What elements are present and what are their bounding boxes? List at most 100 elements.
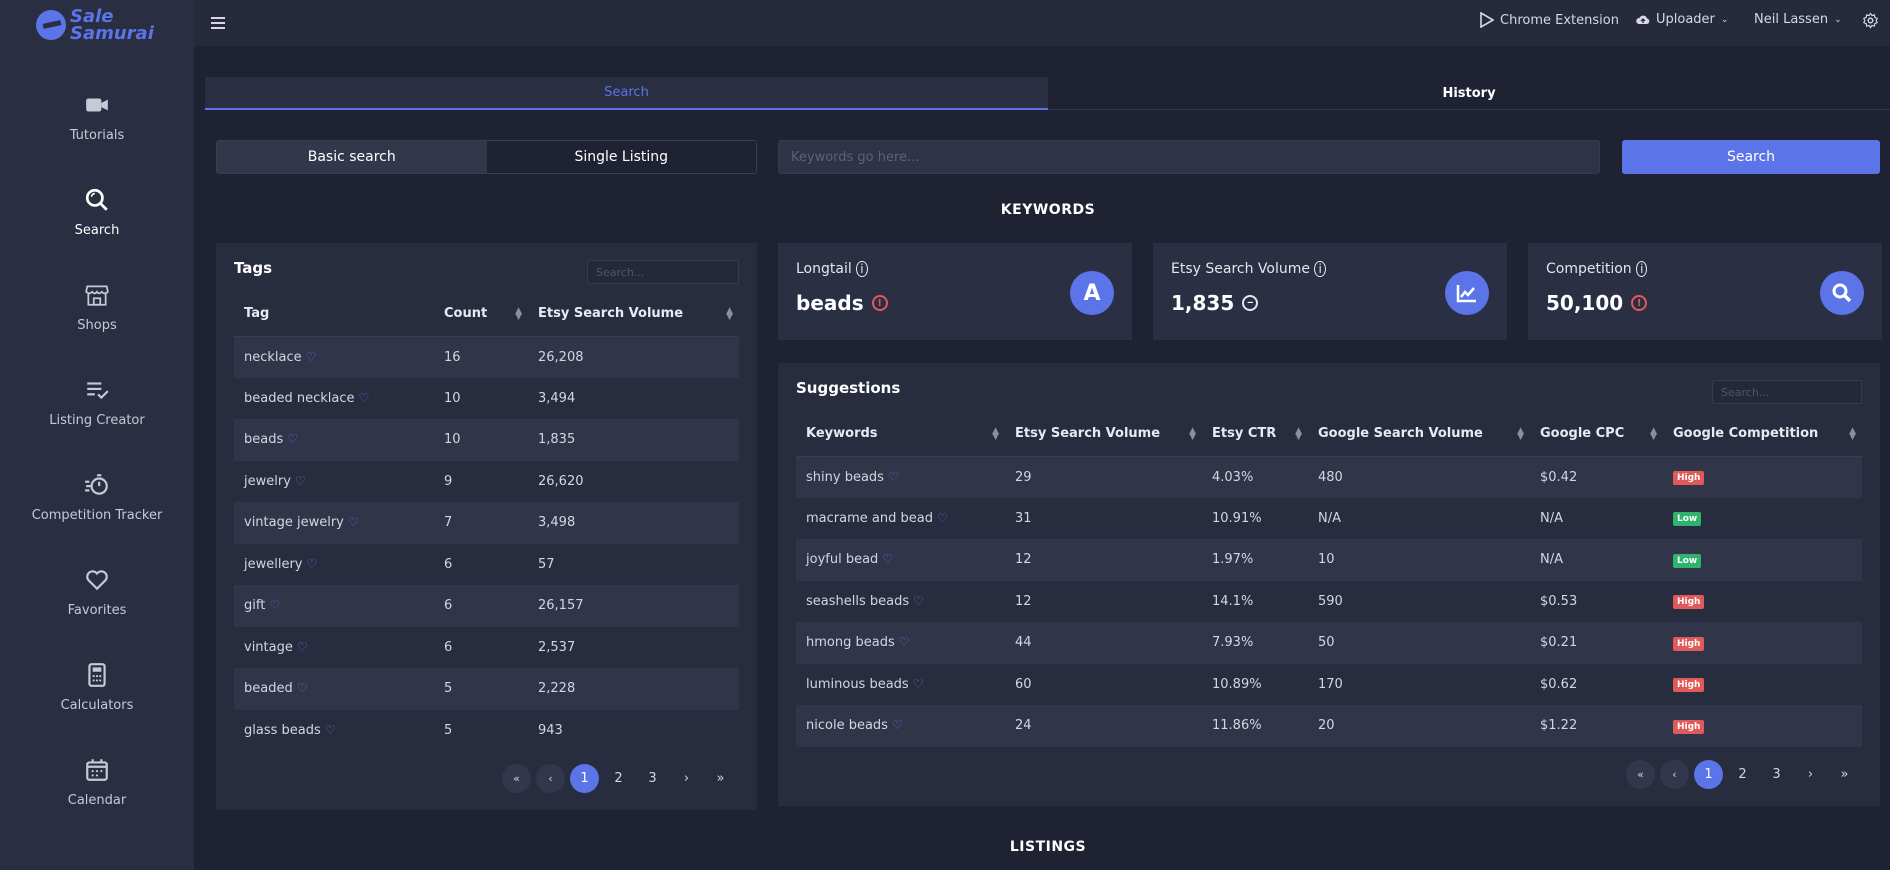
first-page-button[interactable]: «	[1626, 760, 1655, 789]
sidebar-item-search[interactable]: Search	[0, 187, 194, 238]
favorite-heart-icon[interactable]: ♡	[325, 723, 336, 737]
store-icon	[85, 285, 109, 306]
chrome-extension-label: Chrome Extension	[1500, 12, 1619, 28]
last-page-button[interactable]: »	[1830, 760, 1859, 789]
page-3-button[interactable]: 3	[638, 764, 667, 793]
suggestions-column-etsy-volume[interactable]: Etsy Search Volume ▲ ▼	[1005, 412, 1202, 457]
logo-mark-icon	[36, 10, 66, 40]
logo[interactable]: Sale Samurai	[36, 8, 154, 43]
keyword-link[interactable]: luminous beads	[806, 677, 909, 692]
keyword-cell: seashells beads ♡	[796, 581, 1005, 623]
tag-link[interactable]: jewellery	[244, 557, 303, 572]
etsy-volume-cell: 26,208	[528, 336, 739, 378]
tag-link[interactable]: necklace	[244, 350, 302, 365]
etsy-ctr-cell: 10.89%	[1212, 676, 1262, 692]
tag-link[interactable]: beaded necklace	[244, 391, 355, 406]
keyword-link[interactable]: macrame and bead	[806, 511, 933, 526]
keyword-link[interactable]: nicole beads	[806, 718, 888, 733]
favorite-heart-icon[interactable]: ♡	[359, 391, 370, 405]
tag-link[interactable]: beads	[244, 432, 283, 447]
favorite-heart-icon[interactable]: ♡	[882, 552, 893, 566]
favorite-heart-icon[interactable]: ♡	[913, 594, 924, 608]
count-cell: 16	[434, 336, 528, 378]
tag-link[interactable]: glass beads	[244, 723, 321, 738]
sidebar-item-competition-tracker[interactable]: Competition Tracker	[0, 472, 194, 523]
hamburger-menu-icon[interactable]	[211, 15, 225, 34]
info-icon[interactable]: i	[1636, 261, 1648, 277]
favorite-heart-icon[interactable]: ♡	[348, 515, 359, 529]
favorite-heart-icon[interactable]: ♡	[899, 635, 910, 649]
favorite-heart-icon[interactable]: ♡	[297, 681, 308, 695]
etsy-ctr-cell: 10.91%	[1212, 510, 1262, 526]
basic-search-button[interactable]: Basic search	[217, 141, 487, 173]
page-1-button[interactable]: 1	[1694, 760, 1723, 789]
sidebar-item-tutorials[interactable]: Tutorials	[0, 92, 194, 143]
video-camera-icon	[86, 98, 108, 112]
google-cpc-cell: N/A	[1530, 539, 1663, 581]
keyword-cell: shiny beads ♡	[796, 456, 1005, 498]
favorite-heart-icon[interactable]: ♡	[888, 470, 899, 484]
prev-page-button[interactable]: ‹	[536, 764, 565, 793]
favorite-heart-icon[interactable]: ♡	[295, 474, 306, 488]
sidebar-item-calculators[interactable]: Calculators	[0, 662, 194, 713]
chrome-extension-link[interactable]: Chrome Extension	[1480, 12, 1619, 28]
tag-link[interactable]: vintage jewelry	[244, 515, 344, 530]
favorite-heart-icon[interactable]: ♡	[937, 511, 948, 525]
user-menu[interactable]: Neil Lassen ⌄	[1754, 12, 1842, 27]
tags-search-input[interactable]	[587, 260, 739, 284]
etsy-volume-cell: 29	[1005, 456, 1202, 498]
favorite-heart-icon[interactable]: ♡	[307, 557, 318, 571]
page-2-button[interactable]: 2	[604, 764, 633, 793]
suggestions-search-input[interactable]	[1712, 380, 1862, 404]
sidebar-item-calendar[interactable]: Calendar	[0, 757, 194, 808]
suggestions-column-google-competition[interactable]: Google Competition ▲ ▼	[1663, 412, 1862, 457]
favorite-heart-icon[interactable]: ♡	[287, 432, 298, 446]
last-page-button[interactable]: »	[706, 764, 735, 793]
tag-cell: vintage jewelry ♡	[234, 502, 434, 544]
suggestions-column-keywords[interactable]: Keywords ▲ ▼	[796, 412, 1005, 457]
tab-search[interactable]: Search	[205, 77, 1048, 110]
favorite-heart-icon[interactable]: ♡	[306, 350, 317, 364]
favorite-heart-icon[interactable]: ♡	[297, 640, 308, 654]
suggestions-column-etsy-ctr[interactable]: Etsy CTR ▲ ▼	[1202, 412, 1308, 457]
tag-link[interactable]: vintage	[244, 640, 293, 655]
single-listing-button[interactable]: Single Listing	[487, 141, 757, 173]
tag-link[interactable]: gift	[244, 598, 265, 613]
chevron-down-icon: ⌄	[1720, 14, 1729, 25]
next-page-button[interactable]: ›	[1796, 760, 1825, 789]
sidebar-item-favorites[interactable]: Favorites	[0, 567, 194, 618]
cloud-upload-icon	[1636, 15, 1650, 24]
info-icon[interactable]: i	[1314, 261, 1326, 277]
keyword-link[interactable]: joyful bead	[806, 552, 878, 567]
first-page-button[interactable]: «	[502, 764, 531, 793]
suggestions-column-google-volume[interactable]: Google Search Volume ▲ ▼	[1308, 412, 1530, 457]
keyword-link[interactable]: seashells beads	[806, 594, 909, 609]
etsy-ctr-cell: 1.97%	[1202, 539, 1308, 581]
competition-badge: High	[1673, 471, 1705, 485]
tab-history[interactable]: History	[1048, 77, 1890, 110]
search-button[interactable]: Search	[1622, 140, 1880, 174]
keyword-search-input[interactable]	[778, 140, 1600, 174]
suggestions-column-google-cpc[interactable]: Google CPC ▲ ▼	[1530, 412, 1663, 457]
tag-link[interactable]: jewelry	[244, 474, 291, 489]
page-3-button[interactable]: 3	[1762, 760, 1791, 789]
favorite-heart-icon[interactable]: ♡	[913, 677, 924, 691]
tags-column-etsy-volume[interactable]: Etsy Search Volume ▲ ▼	[528, 292, 739, 337]
info-icon[interactable]: i	[856, 261, 868, 277]
sidebar-item-shops[interactable]: Shops	[0, 282, 194, 333]
sidebar-item-listing-creator[interactable]: Listing Creator	[0, 377, 194, 428]
favorite-heart-icon[interactable]: ♡	[269, 598, 280, 612]
favorite-heart-icon[interactable]: ♡	[892, 718, 903, 732]
page-2-button[interactable]: 2	[1728, 760, 1757, 789]
prev-page-button[interactable]: ‹	[1660, 760, 1689, 789]
tags-column-tag[interactable]: Tag	[234, 292, 434, 337]
tags-column-count[interactable]: Count ▲ ▼	[434, 292, 528, 337]
heart-icon	[86, 570, 108, 591]
tag-link[interactable]: beaded	[244, 681, 293, 696]
keyword-link[interactable]: shiny beads	[806, 470, 884, 485]
page-1-button[interactable]: 1	[570, 764, 599, 793]
next-page-button[interactable]: ›	[672, 764, 701, 793]
settings-button[interactable]	[1862, 12, 1885, 29]
uploader-dropdown[interactable]: Uploader ⌄	[1636, 12, 1728, 27]
keyword-link[interactable]: hmong beads	[806, 635, 895, 650]
